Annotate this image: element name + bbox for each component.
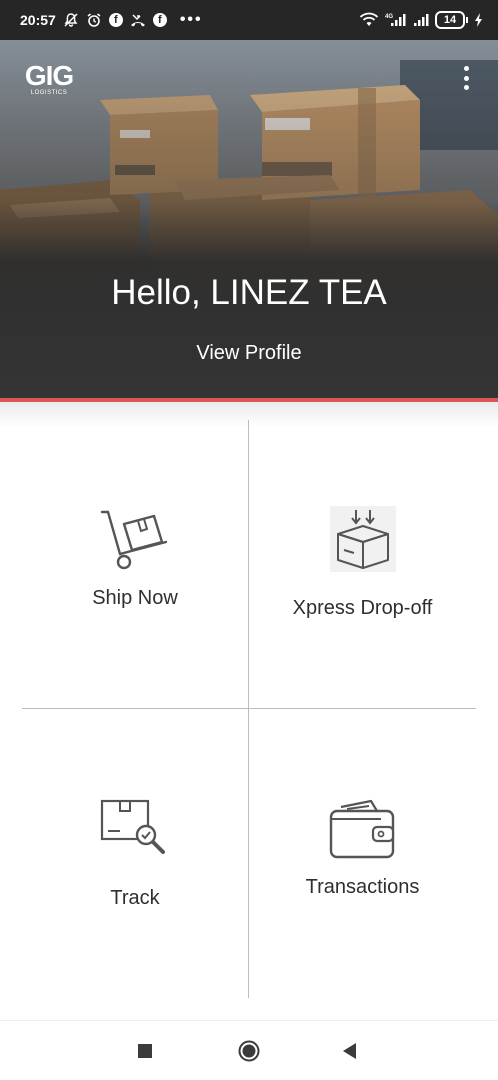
- recents-square-icon[interactable]: [138, 1044, 152, 1063]
- wifi-icon: [359, 12, 379, 28]
- app-screen: 20:57 f f ••• 4G 14 GIG LOGISTICS Hello,…: [0, 0, 498, 1080]
- signal-icon: [413, 12, 429, 28]
- logo-text: GIG: [24, 60, 74, 91]
- facebook-icon: f: [108, 13, 123, 27]
- ship-now-label: Ship Now: [92, 587, 178, 609]
- gig-logistics-logo: GIG LOGISTICS: [22, 62, 76, 97]
- greeting-text: Hello, LINEZ TEA: [111, 273, 387, 312]
- facebook-icon: f: [152, 13, 167, 27]
- alarm-icon: [86, 12, 102, 28]
- track-tile[interactable]: Track: [22, 709, 248, 998]
- box-drop-icon: [330, 506, 396, 577]
- battery-level: 14: [435, 11, 465, 29]
- more-notifications-indicator: •••: [179, 11, 203, 28]
- view-profile-link[interactable]: View Profile: [0, 340, 498, 366]
- signal-4g-icon: 4G: [385, 12, 407, 28]
- home-circle-icon[interactable]: [238, 1040, 260, 1067]
- wallet-icon: [329, 799, 397, 864]
- transactions-label: Transactions: [305, 876, 420, 898]
- track-label: Track: [110, 887, 160, 909]
- hand-truck-icon: [100, 508, 172, 577]
- svg-text:4G: 4G: [385, 14, 393, 20]
- package-search-icon: [100, 797, 170, 864]
- transactions-tile[interactable]: Transactions: [249, 709, 476, 998]
- charging-icon: [474, 12, 484, 28]
- back-triangle-icon[interactable]: [342, 1043, 358, 1064]
- battery-icon: 14: [435, 11, 468, 29]
- profile-header: GIG LOGISTICS Hello, LINEZ TEA View Prof…: [0, 40, 498, 398]
- xpress-drop-off-tile[interactable]: Xpress Drop-off: [249, 420, 476, 708]
- more-vertical-icon[interactable]: [460, 66, 472, 90]
- xpress-drop-off-label: Xpress Drop-off: [292, 597, 433, 619]
- system-nav-bar: [0, 1020, 498, 1080]
- status-bar: 20:57 f f ••• 4G 14: [0, 0, 498, 40]
- ship-now-tile[interactable]: Ship Now: [22, 420, 248, 708]
- status-time: 20:57: [20, 12, 56, 28]
- logo-subtext: LOGISTICS: [30, 90, 68, 96]
- notifications-off-icon: [63, 12, 79, 28]
- missed-call-icon: [130, 12, 146, 28]
